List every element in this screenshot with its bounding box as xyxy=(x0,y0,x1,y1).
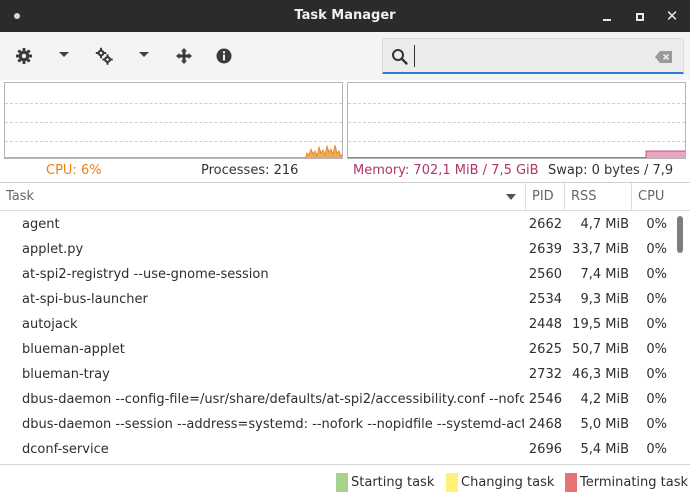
task-pid: 2448 xyxy=(528,317,562,332)
task-pid: 2639 xyxy=(528,242,562,257)
cpu-usage-label: CPU: 6% xyxy=(46,163,102,178)
table-row[interactable]: agent 2662 4,7 MiB 0% xyxy=(0,212,670,237)
table-row[interactable]: at-spi2-registryd --use-gnome-session 25… xyxy=(0,262,670,287)
task-rss: 50,7 MiB xyxy=(572,342,629,357)
title-bar: Task Manager ✕ xyxy=(0,0,690,32)
column-header-task[interactable]: Task xyxy=(0,183,526,211)
task-cpu: 0% xyxy=(646,417,667,432)
process-table: Task PID RSS CPU agent 2662 4,7 MiB 0% a… xyxy=(0,182,690,464)
minimize-icon xyxy=(603,19,611,21)
task-rss: 19,5 MiB xyxy=(572,317,629,332)
sort-descending-icon xyxy=(506,194,516,200)
cpu-graph xyxy=(4,82,343,159)
terminating-task-swatch xyxy=(565,473,577,492)
column-header-pid[interactable]: PID xyxy=(526,183,565,211)
task-cpu: 0% xyxy=(646,367,667,382)
process-count-label: Processes: 216 xyxy=(201,163,299,178)
changing-task-label: Changing task xyxy=(461,475,555,490)
task-cpu: 0% xyxy=(646,392,667,407)
task-name: blueman-applet xyxy=(22,342,125,357)
table-row[interactable]: dbus-daemon --config-file=/usr/share/def… xyxy=(0,387,670,412)
close-button[interactable]: ✕ xyxy=(661,6,683,26)
memory-usage-label: Memory: 702,1 MiB / 7,5 GiB xyxy=(353,163,539,178)
memory-history-plot xyxy=(348,150,685,158)
task-name: autojack xyxy=(22,317,78,332)
task-pid: 2546 xyxy=(528,392,562,407)
task-cpu: 0% xyxy=(646,342,667,357)
maximize-icon xyxy=(636,13,644,21)
task-cpu: 0% xyxy=(646,217,667,232)
gears-icon xyxy=(95,47,113,65)
task-rss: 4,2 MiB xyxy=(580,392,629,407)
task-name: at-spi-bus-launcher xyxy=(22,292,148,307)
status-line: CPU: 6% Processes: 216 Memory: 702,1 MiB… xyxy=(0,160,690,200)
task-rss: 46,3 MiB xyxy=(572,367,629,382)
about-button[interactable] xyxy=(214,46,234,66)
task-name: agent xyxy=(22,217,60,232)
task-cpu: 0% xyxy=(646,267,667,282)
starting-task-swatch xyxy=(336,473,348,492)
search-input[interactable] xyxy=(414,45,644,67)
task-rss: 4,7 MiB xyxy=(580,217,629,232)
search-icon xyxy=(392,49,408,65)
scrollbar-thumb[interactable] xyxy=(677,216,683,253)
info-icon xyxy=(216,48,232,64)
task-cpu: 0% xyxy=(646,317,667,332)
settings-button[interactable] xyxy=(14,46,34,66)
window-title: Task Manager xyxy=(294,8,396,23)
table-row[interactable]: dconf-service 2696 5,4 MiB 0% xyxy=(0,437,670,462)
memory-graph xyxy=(347,82,686,159)
minimize-button[interactable] xyxy=(596,6,618,26)
legend: Starting task Changing task Terminating … xyxy=(0,464,690,499)
table-row[interactable]: blueman-tray 2732 46,3 MiB 0% xyxy=(0,362,670,387)
task-rss: 33,7 MiB xyxy=(572,242,629,257)
task-name: applet.py xyxy=(22,242,84,257)
table-row[interactable]: at-spi-bus-launcher 2534 9,3 MiB 0% xyxy=(0,287,670,312)
column-header-rss[interactable]: RSS xyxy=(565,183,632,211)
vertical-scrollbar[interactable] xyxy=(676,213,684,463)
cpu-history-plot xyxy=(5,144,342,158)
task-pid: 2662 xyxy=(528,217,562,232)
starting-task-label: Starting task xyxy=(351,475,435,490)
task-name: blueman-tray xyxy=(22,367,110,382)
gear-icon xyxy=(16,48,32,64)
processes-menu-caret-icon[interactable] xyxy=(139,52,149,57)
close-icon: ✕ xyxy=(665,7,679,25)
search-box xyxy=(382,38,684,74)
task-pid: 2732 xyxy=(528,367,562,382)
task-name: dbus-daemon --config-file=/usr/share/def… xyxy=(22,392,524,407)
task-name: at-spi2-registryd --use-gnome-session xyxy=(22,267,269,282)
task-cpu: 0% xyxy=(646,242,667,257)
table-row[interactable]: applet.py 2639 33,7 MiB 0% xyxy=(0,237,670,262)
task-cpu: 0% xyxy=(646,442,667,457)
table-row[interactable]: autojack 2448 19,5 MiB 0% xyxy=(0,312,670,337)
identify-window-button[interactable] xyxy=(174,46,194,66)
task-pid: 2625 xyxy=(528,342,562,357)
table-row[interactable]: blueman-applet 2625 50,7 MiB 0% xyxy=(0,337,670,362)
column-header-cpu[interactable]: CPU xyxy=(632,183,690,211)
task-pid: 2534 xyxy=(528,292,562,307)
task-pid: 2696 xyxy=(528,442,562,457)
processes-menu-button[interactable] xyxy=(94,46,114,66)
table-header: Task PID RSS CPU xyxy=(0,183,690,211)
changing-task-swatch xyxy=(446,473,458,492)
clear-search-icon[interactable] xyxy=(655,50,673,64)
task-rss: 5,0 MiB xyxy=(580,417,629,432)
task-pid: 2560 xyxy=(528,267,562,282)
task-rss: 7,4 MiB xyxy=(580,267,629,282)
move-icon xyxy=(176,48,192,64)
table-row[interactable]: dbus-daemon --session --address=systemd:… xyxy=(0,412,670,437)
task-rss: 5,4 MiB xyxy=(580,442,629,457)
settings-menu-caret-icon[interactable] xyxy=(59,52,69,57)
task-name: dconf-service xyxy=(22,442,109,457)
terminating-task-label: Terminating task xyxy=(580,475,689,490)
task-cpu: 0% xyxy=(646,292,667,307)
task-pid: 2468 xyxy=(528,417,562,432)
maximize-button[interactable] xyxy=(629,6,651,26)
task-name: dbus-daemon --session --address=systemd:… xyxy=(22,417,524,432)
task-rss: 9,3 MiB xyxy=(580,292,629,307)
